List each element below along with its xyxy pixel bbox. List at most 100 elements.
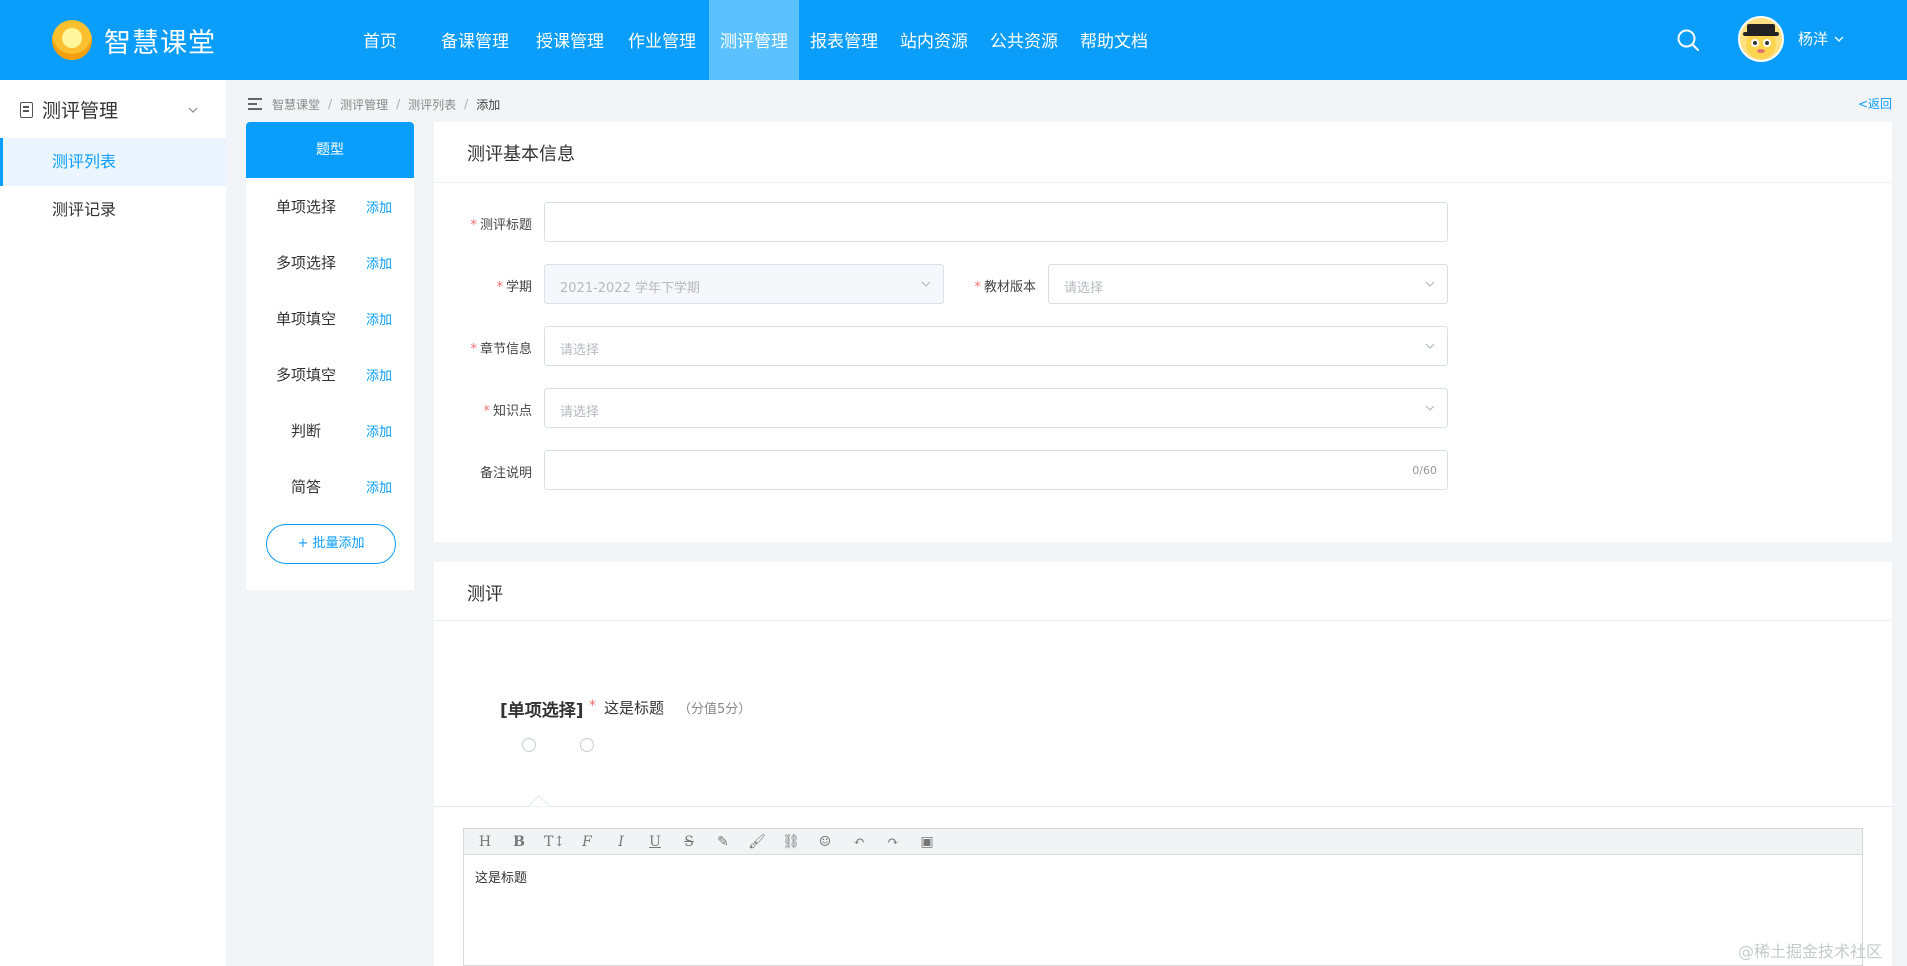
text-size-icon[interactable]: T↕ xyxy=(544,833,565,851)
nav-home[interactable]: 首页 xyxy=(344,0,416,80)
chapter-placeholder: 请选择 xyxy=(560,343,600,358)
nav-teaching[interactable]: 授课管理 xyxy=(528,0,612,80)
sidebar-group-evaluation[interactable]: 测评管理 xyxy=(0,80,226,138)
nav-homework[interactable]: 作业管理 xyxy=(620,0,704,80)
field-label: * 测评标题 xyxy=(470,218,532,233)
bold-icon[interactable]: B xyxy=(510,833,528,851)
sidebar-item-eval-list[interactable]: 测评列表 xyxy=(0,138,226,186)
field-label: * 章节信息 xyxy=(470,342,532,357)
editor-toolbar: H B T↕ F I U S ✎ 🖌 ⛓ ☺ ↶ ↷ ▣ xyxy=(464,829,1862,855)
batch-add-button[interactable]: + 批量添加 xyxy=(266,524,396,564)
remark-input[interactable]: 0/60 xyxy=(544,450,1448,490)
add-multi-choice-button[interactable]: 添加 xyxy=(366,253,392,272)
question-type-name: 简答 xyxy=(290,478,321,496)
italic-icon[interactable]: I xyxy=(612,833,630,851)
add-single-choice-button[interactable]: 添加 xyxy=(366,197,392,216)
question-type-name: 多项填空 xyxy=(275,366,336,384)
textbook-select[interactable]: 请选择 xyxy=(1048,264,1448,304)
chevron-down-icon xyxy=(1425,405,1435,411)
menu-fold-icon[interactable] xyxy=(248,98,264,110)
add-single-blank-button[interactable]: 添加 xyxy=(366,309,392,328)
question-type-label: [单项选择] xyxy=(500,701,584,721)
avatar[interactable] xyxy=(1738,16,1784,62)
chapter-select[interactable]: 请选择 xyxy=(544,326,1448,366)
nav-public-resources[interactable]: 公共资源 xyxy=(982,0,1066,80)
question-type-row: 多项选择 添加 xyxy=(246,234,414,290)
heading-icon[interactable]: H xyxy=(476,833,494,851)
emoji-icon[interactable]: ☺ xyxy=(816,833,834,851)
question-type-panel: 题型 单项选择 添加 多项选择 添加 单项填空 添加 多项填空 添加 判断 添加… xyxy=(246,122,414,590)
back-link[interactable]: <返回 xyxy=(1858,95,1892,112)
required-mark: * xyxy=(589,698,596,714)
font-icon[interactable]: F xyxy=(578,833,596,851)
textbook-placeholder: 请选择 xyxy=(1064,281,1104,296)
add-true-false-button[interactable]: 添加 xyxy=(366,421,392,440)
field-label: * 学期 xyxy=(496,280,532,295)
field-label: * 知识点 xyxy=(483,404,532,419)
eval-title-input[interactable] xyxy=(544,202,1448,242)
add-short-answer-button[interactable]: 添加 xyxy=(366,477,392,496)
question-score: （分值5分） xyxy=(678,702,752,717)
sidebar: 测评管理 测评列表 测评记录 xyxy=(0,80,226,966)
batch-add-label: 批量添加 xyxy=(312,536,365,551)
question-type-header: 题型 xyxy=(246,122,414,178)
field-label: 备注说明 xyxy=(479,466,532,481)
rich-text-editor[interactable]: H B T↕ F I U S ✎ 🖌 ⛓ ☺ ↶ ↷ ▣ 这是标题 xyxy=(463,828,1863,966)
question-type-name: 多项选择 xyxy=(275,254,336,272)
caret-up-icon xyxy=(528,795,550,807)
undo-icon[interactable]: ↶ xyxy=(850,833,868,851)
logo-icon xyxy=(52,20,92,60)
link-icon[interactable]: ⛓ xyxy=(782,833,800,851)
avatar-image xyxy=(1743,24,1779,59)
chevron-down-icon xyxy=(921,281,931,287)
chevron-down-icon xyxy=(188,107,198,113)
nav-site-resources[interactable]: 站内资源 xyxy=(892,0,976,80)
sidebar-item-eval-records[interactable]: 测评记录 xyxy=(0,186,226,234)
brush-icon[interactable]: 🖌 xyxy=(748,833,766,851)
question-type-row: 多项填空 添加 xyxy=(246,346,414,402)
question-type-row: 简答 添加 xyxy=(246,458,414,514)
top-navbar: 智慧课堂 首页 备课管理 授课管理 作业管理 测评管理 报表管理 站内资源 公共… xyxy=(0,0,1907,80)
watermark: @稀土掘金技术社区 xyxy=(1738,942,1883,961)
highlight-icon[interactable]: ✎ xyxy=(714,833,732,851)
sidebar-group-label: 测评管理 xyxy=(42,100,119,122)
chevron-down-icon[interactable] xyxy=(1834,34,1844,44)
chevron-down-icon xyxy=(1425,281,1435,287)
editor-content[interactable]: 这是标题 xyxy=(475,867,527,886)
breadcrumb-item[interactable]: 测评管理 xyxy=(340,96,388,113)
breadcrumb-current: 添加 xyxy=(476,97,501,112)
nav-evaluation[interactable]: 测评管理 xyxy=(709,0,799,80)
nav-reports[interactable]: 报表管理 xyxy=(802,0,886,80)
redo-icon[interactable]: ↷ xyxy=(884,833,902,851)
section-title: 测评基本信息 xyxy=(467,144,575,165)
strikethrough-icon[interactable]: S xyxy=(680,833,698,851)
question-type-row: 单项填空 添加 xyxy=(246,290,414,346)
app-logo[interactable]: 智慧课堂 xyxy=(52,18,216,62)
search-icon[interactable] xyxy=(1676,28,1700,52)
breadcrumb-item[interactable]: 智慧课堂 xyxy=(272,96,320,113)
add-multi-blank-button[interactable]: 添加 xyxy=(366,365,392,384)
semester-select[interactable]: 2021-2022 学年下学期 xyxy=(544,264,944,304)
app-title: 智慧课堂 xyxy=(104,27,216,59)
username[interactable]: 杨洋 xyxy=(1798,28,1828,49)
semester-value: 2021-2022 学年下学期 xyxy=(560,281,700,296)
nav-help-docs[interactable]: 帮助文档 xyxy=(1072,0,1156,80)
field-label: * 教材版本 xyxy=(974,280,1036,295)
nav-lesson-prep[interactable]: 备课管理 xyxy=(433,0,517,80)
question-type-name: 单项填空 xyxy=(275,310,336,328)
knowledge-placeholder: 请选择 xyxy=(560,405,600,420)
question-type-name: 判断 xyxy=(290,422,321,440)
plus-icon: + xyxy=(297,536,313,551)
question-type-row: 单项选择 添加 xyxy=(246,178,414,234)
option-radio[interactable] xyxy=(580,738,594,752)
underline-icon[interactable]: U xyxy=(646,833,664,851)
image-icon[interactable]: ▣ xyxy=(918,833,936,851)
question-type-name: 单项选择 xyxy=(275,198,336,216)
knowledge-select[interactable]: 请选择 xyxy=(544,388,1448,428)
document-icon xyxy=(20,102,33,118)
char-counter: 0/60 xyxy=(1412,464,1437,477)
option-radio[interactable] xyxy=(522,738,536,752)
breadcrumb-item[interactable]: 测评列表 xyxy=(408,96,456,113)
question-title[interactable]: 这是标题 xyxy=(604,697,664,718)
breadcrumb: 智慧课堂 / 测评管理 / 测评列表 / 添加 xyxy=(248,96,500,112)
